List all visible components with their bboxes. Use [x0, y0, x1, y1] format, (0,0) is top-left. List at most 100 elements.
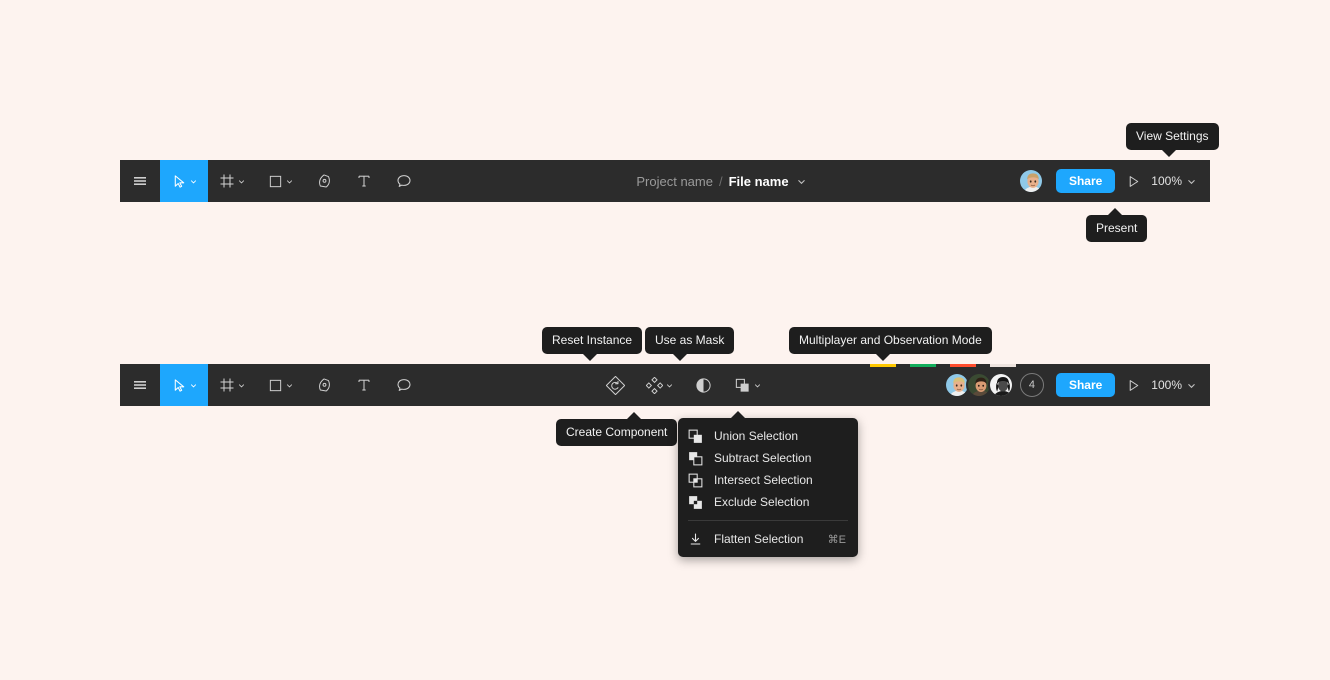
tooltip-arrow — [673, 354, 687, 361]
toolbar-top-right: Share 100% — [1017, 160, 1210, 202]
move-tool-button[interactable] — [160, 160, 208, 202]
use-as-mask-button[interactable] — [684, 364, 724, 406]
project-name-label[interactable]: Project name — [636, 174, 713, 189]
presence-bar-user-1 — [870, 364, 896, 367]
tooltip-present: Present — [1086, 208, 1148, 242]
chevron-down-icon — [238, 179, 245, 183]
zoom-level-label: 100% — [1151, 174, 1182, 188]
boolean-groups-menu: Union Selection Subtract Selection Inter… — [678, 411, 858, 557]
comment-tool-button[interactable] — [384, 160, 424, 202]
move-tool-button[interactable] — [160, 364, 208, 406]
text-tool-button[interactable] — [344, 364, 384, 406]
frame-tool-button[interactable] — [208, 160, 256, 202]
breadcrumb-separator: / — [718, 173, 723, 189]
create-component-button[interactable] — [636, 364, 684, 406]
boolean-exclude-icon — [688, 494, 706, 510]
present-button[interactable] — [1115, 160, 1151, 202]
toolbar-top-tools — [120, 160, 424, 202]
tooltip-use-as-mask-label: Use as Mask — [655, 333, 725, 347]
present-button[interactable] — [1115, 364, 1151, 406]
comment-tool-button[interactable] — [384, 364, 424, 406]
flatten-icon — [688, 531, 706, 547]
toolbar-bottom-right: 4 Share 100% — [943, 364, 1210, 406]
frame-icon — [220, 378, 234, 392]
share-button[interactable]: Share — [1055, 373, 1116, 397]
avatar-user-3[interactable] — [987, 372, 1014, 398]
hamburger-icon — [134, 177, 146, 185]
tooltip-arrow — [627, 412, 641, 419]
boolean-subtract-icon — [688, 450, 706, 466]
menu-item-exclude-selection[interactable]: Exclude Selection — [678, 491, 858, 513]
boolean-intersect-icon — [688, 472, 706, 488]
zoom-control[interactable]: 100% — [1151, 174, 1210, 188]
chevron-down-icon — [190, 179, 196, 183]
reset-instance-icon — [606, 375, 626, 395]
main-menu-button[interactable] — [120, 160, 160, 202]
zoom-level-label: 100% — [1151, 378, 1182, 392]
tooltip-arrow — [876, 354, 890, 361]
toolbar-bottom-tools — [120, 364, 424, 406]
chevron-down-icon — [190, 383, 196, 387]
text-tool-button[interactable] — [344, 160, 384, 202]
boolean-union-icon — [736, 378, 750, 392]
menu-item-label: Intersect Selection — [714, 473, 813, 487]
frame-tool-button[interactable] — [208, 364, 256, 406]
canvas: View Settings Project name / File name S… — [0, 0, 1330, 680]
avatar-user-1[interactable] — [1017, 168, 1044, 194]
menu-item-union-selection[interactable]: Union Selection — [678, 425, 858, 447]
chevron-down-icon[interactable] — [797, 177, 806, 186]
tooltip-arrow — [583, 354, 597, 361]
pen-tool-button[interactable] — [304, 160, 344, 202]
collaborator-avatars: 4 — [943, 372, 1044, 398]
shape-tool-button[interactable] — [256, 364, 304, 406]
menu-item-intersect-selection[interactable]: Intersect Selection — [678, 469, 858, 491]
file-name-label[interactable]: File name — [729, 174, 789, 189]
pen-icon — [318, 173, 330, 187]
share-button[interactable]: Share — [1055, 169, 1116, 193]
comment-icon — [397, 379, 411, 391]
menu-item-flatten-selection[interactable]: Flatten Selection ⌘E — [678, 528, 858, 550]
selection-tools-group — [424, 364, 944, 406]
tooltip-create-component: Create Component — [556, 412, 678, 446]
breadcrumb[interactable]: Project name / File name — [636, 174, 805, 189]
tooltip-arrow — [1162, 150, 1176, 157]
play-icon — [1129, 175, 1139, 187]
tooltip-use-as-mask: Use as Mask — [645, 327, 735, 361]
main-menu-button[interactable] — [120, 364, 160, 406]
pen-tool-button[interactable] — [304, 364, 344, 406]
chevron-down-icon — [238, 383, 245, 387]
presence-bar-overflow — [990, 364, 1016, 367]
menu-arrow — [730, 411, 746, 419]
tooltip-create-component-label: Create Component — [566, 425, 668, 439]
square-icon — [269, 175, 281, 187]
zoom-control[interactable]: 100% — [1151, 378, 1210, 392]
square-icon — [269, 379, 281, 391]
pen-icon — [318, 377, 330, 391]
text-icon — [358, 379, 370, 391]
menu-item-label: Union Selection — [714, 429, 799, 443]
file-title-area: Project name / File name — [424, 160, 1018, 202]
chevron-down-icon — [286, 179, 292, 183]
hamburger-icon — [134, 381, 146, 389]
chevron-down-icon — [286, 383, 292, 387]
cursor-icon — [174, 378, 184, 392]
collaborator-avatars — [1017, 168, 1044, 194]
tooltip-reset-instance: Reset Instance — [542, 327, 643, 361]
menu-item-subtract-selection[interactable]: Subtract Selection — [678, 447, 858, 469]
boolean-groups-button[interactable] — [724, 364, 772, 406]
play-icon — [1129, 379, 1139, 391]
tooltip-view-settings-label: View Settings — [1136, 129, 1209, 143]
toolbar-top: Project name / File name Share 100% — [120, 160, 1210, 202]
menu-item-label: Exclude Selection — [714, 495, 810, 509]
chevron-down-icon — [755, 383, 761, 387]
reset-instance-button[interactable] — [596, 364, 636, 406]
presence-bar-user-3 — [950, 364, 976, 367]
chevron-down-icon — [1188, 383, 1195, 388]
chevron-down-icon — [667, 383, 673, 387]
presence-bar-user-2 — [910, 364, 936, 367]
collaborator-overflow-count[interactable]: 4 — [1019, 373, 1044, 397]
mask-icon — [696, 377, 712, 393]
shape-tool-button[interactable] — [256, 160, 304, 202]
tooltip-reset-instance-label: Reset Instance — [552, 333, 633, 347]
menu-item-shortcut: ⌘E — [827, 533, 846, 546]
